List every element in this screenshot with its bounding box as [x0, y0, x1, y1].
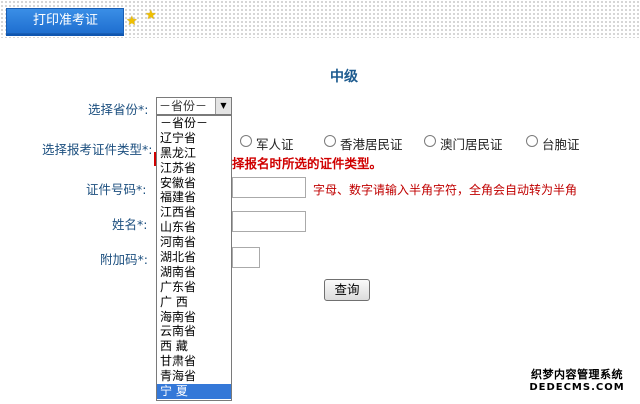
province-option[interactable]: 青海省	[157, 369, 231, 384]
star-icon: ★	[145, 8, 157, 23]
query-button[interactable]: 查询	[324, 279, 370, 301]
watermark-logo: 织梦内容管理系统 DEDECMS.COM	[520, 366, 634, 393]
province-option[interactable]: 湖北省	[157, 250, 231, 265]
id-type-label: 选择报考证件类型*:	[42, 142, 153, 157]
province-option[interactable]: 云南省	[157, 324, 231, 339]
id-type-warning: 择报名时所选的证件类型。	[232, 156, 383, 171]
province-option[interactable]: 辽宁省	[157, 131, 231, 146]
id-number-label: 证件号码*:	[86, 182, 147, 197]
top-nav-bar: 打印准考证 ★ ★	[0, 0, 640, 38]
radio-hongkong-id[interactable]	[324, 135, 336, 147]
watermark-line2: DEDECMS.COM	[529, 382, 625, 393]
province-option[interactable]: －省份－	[157, 116, 231, 131]
province-option[interactable]: 甘肃省	[157, 354, 231, 369]
province-select-value: －省份－	[159, 99, 208, 113]
radio-label-military-id: 军人证	[256, 137, 294, 152]
province-option[interactable]: 广 西	[157, 295, 231, 310]
province-option[interactable]: 广东省	[157, 280, 231, 295]
province-option[interactable]: 江苏省	[157, 161, 231, 176]
watermark-line1: 织梦内容管理系统	[531, 368, 623, 381]
tab-underline	[6, 34, 124, 36]
province-select[interactable]: －省份－ ▼	[156, 97, 232, 115]
province-option[interactable]: 黑龙江	[157, 146, 231, 161]
province-option[interactable]: 海南省	[157, 310, 231, 325]
radio-military-id[interactable]	[240, 135, 252, 147]
chevron-down-icon[interactable]: ▼	[215, 98, 231, 114]
province-option[interactable]: 安徽省	[157, 176, 231, 191]
radio-macau-id[interactable]	[424, 135, 436, 147]
province-label: 选择省份*:	[88, 102, 149, 117]
tab-print-admission-ticket[interactable]: 打印准考证	[6, 8, 124, 34]
radio-label-taiwan-id: 台胞证	[542, 137, 580, 152]
page-title: 中级	[330, 69, 358, 85]
name-label: 姓名*:	[112, 217, 148, 232]
name-input[interactable]	[232, 211, 306, 232]
radio-label-hongkong-id: 香港居民证	[340, 137, 403, 152]
province-dropdown-list[interactable]: －省份－ 辽宁省 黑龙江 江苏省 安徽省 福建省 江西省 山东省 河南省 湖北省 湖南省 广东省广 西…	[156, 115, 232, 401]
province-option[interactable]: 福建省	[157, 190, 231, 205]
province-option[interactable]: 西 藏	[157, 339, 231, 354]
province-option[interactable]: 湖南省	[157, 265, 231, 280]
id-number-hint: 字母、数字请输入半角字符，全角会自动转为半角	[313, 183, 578, 197]
extra-code-input[interactable]	[232, 247, 260, 268]
star-icon: ★	[126, 14, 138, 29]
province-option[interactable]: 山东省	[157, 220, 231, 235]
extra-code-label: 附加码*:	[100, 252, 148, 267]
radio-taiwan-id[interactable]	[526, 135, 538, 147]
id-number-input[interactable]	[232, 177, 306, 198]
province-option[interactable]: 河南省	[157, 235, 231, 250]
province-option[interactable]: 江西省	[157, 205, 231, 220]
radio-label-macau-id: 澳门居民证	[440, 137, 503, 152]
province-option[interactable]: 宁 夏	[157, 384, 231, 399]
